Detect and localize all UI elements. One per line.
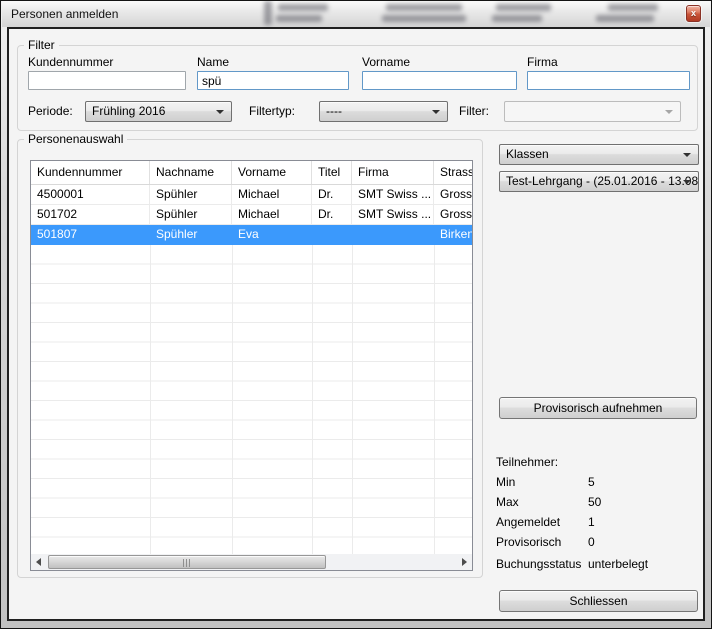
titlebar-blur-decoration [608,4,658,11]
vorname-input[interactable] [362,71,517,90]
column-header-strasse[interactable]: Strasse [434,161,472,184]
stat-buchungsstatus: Buchungsstatus unterbelegt [496,554,702,574]
cell-titel [312,225,352,244]
filter-label: Filter: [459,104,489,118]
klassen-selected-value: Klassen [506,147,549,161]
stat-max: Max 50 [496,492,702,512]
titlebar[interactable]: Personen anmelden x [2,1,710,27]
cell-nachname: Spühler [150,205,232,224]
left-arrow-icon [36,558,41,566]
filtertyp-select[interactable]: ---- [319,101,448,122]
firma-input[interactable] [527,71,690,90]
cell-strasse: Birkenw [434,225,472,244]
titlebar-blur-decoration [278,4,328,11]
teilnehmer-stats: Teilnehmer: Min 5 Max 50 Angemeldet 1 Pr… [496,452,702,574]
cell-vorname: Michael [232,205,312,224]
table-row[interactable]: 501702 Spühler Michael Dr. SMT Swiss ...… [31,205,472,225]
titlebar-blur-decoration [382,15,466,22]
filter-group-label: Filter [24,38,59,52]
kundennummer-input[interactable] [28,71,186,90]
table-row-selected[interactable]: 501807 Spühler Eva Birkenw [31,225,472,245]
person-list: Kundennummer Nachname Vorname Titel Firm… [30,160,473,571]
cell-kundennummer: 501807 [31,225,150,244]
dialog-window: Personen anmelden x Filter Kundennummer … [0,0,712,629]
titlebar-blur-decoration [596,15,654,22]
stat-provisorisch: Provisorisch 0 [496,532,702,552]
chevron-down-icon [432,110,440,114]
person-list-header: Kundennummer Nachname Vorname Titel Firm… [31,161,472,185]
window-title: Personen anmelden [11,7,118,21]
cell-titel: Dr. [312,185,352,204]
cell-firma: SMT Swiss ... [352,185,434,204]
titlebar-blur-decoration [264,1,272,25]
cell-kundennummer: 4500001 [31,185,150,204]
chevron-down-icon [665,110,673,114]
cell-nachname: Spühler [150,185,232,204]
kundennummer-label: Kundennummer [28,55,113,69]
name-label: Name [197,55,229,69]
close-window-button[interactable]: x [686,5,701,22]
stat-max-value: 50 [588,495,601,509]
stat-angemeldet-value: 1 [588,515,595,529]
firma-label: Firma [527,55,558,69]
lehrgang-selected-value: Test-Lehrgang - (25.01.2016 - 13.08 [506,174,698,188]
cell-strasse: Grossze [434,185,472,204]
schliessen-button[interactable]: Schliessen [499,590,698,612]
chevron-down-icon [216,110,224,114]
name-input[interactable] [197,71,349,90]
cell-firma: SMT Swiss ... [352,205,434,224]
column-header-firma[interactable]: Firma [352,161,434,184]
horizontal-scrollbar[interactable] [31,554,472,570]
column-header-nachname[interactable]: Nachname [150,161,232,184]
cell-titel: Dr. [312,205,352,224]
column-header-kundennummer[interactable]: Kundennummer [31,161,150,184]
close-icon: x [691,8,696,18]
vorname-label: Vorname [362,55,410,69]
titlebar-blur-decoration [386,4,462,11]
periode-label: Periode: [28,104,73,118]
klassen-select[interactable]: Klassen [499,144,699,165]
lehrgang-select[interactable]: Test-Lehrgang - (25.01.2016 - 13.08 [499,171,699,192]
chevron-down-icon [683,153,691,157]
cell-firma [352,225,434,244]
cell-strasse: Grossze [434,205,472,224]
scrollbar-thumb[interactable] [48,555,326,569]
scroll-left-arrow[interactable] [31,554,48,570]
filter-select-disabled [504,101,681,122]
titlebar-blur-decoration [492,15,542,22]
dialog-client-area: Filter Kundennummer Name Vorname Firma P… [7,27,705,621]
cell-vorname: Michael [232,185,312,204]
scrollbar-grip-icon [183,559,191,567]
teilnehmer-label: Teilnehmer: [496,455,558,469]
right-arrow-icon [462,558,467,566]
stat-min: Min 5 [496,472,702,492]
personenauswahl-group-label: Personenauswahl [24,132,127,146]
periode-selected-value: Frühling 2016 [92,104,165,118]
stat-provisorisch-value: 0 [588,535,595,549]
stat-buchungsstatus-value: unterbelegt [588,557,648,571]
provisorisch-aufnehmen-button[interactable]: Provisorisch aufnehmen [499,397,697,419]
filtertyp-selected-value: ---- [326,104,342,118]
table-row[interactable]: 4500001 Spühler Michael Dr. SMT Swiss ..… [31,185,472,205]
filtertyp-label: Filtertyp: [249,104,295,118]
stat-angemeldet: Angemeldet 1 [496,512,702,532]
periode-select[interactable]: Frühling 2016 [85,101,232,122]
scroll-right-arrow[interactable] [455,554,472,570]
titlebar-blur-decoration [496,4,551,11]
stat-min-value: 5 [588,475,595,489]
column-header-titel[interactable]: Titel [312,161,352,184]
titlebar-blur-decoration [276,15,322,22]
cell-vorname: Eva [232,225,312,244]
chevron-down-icon [683,180,691,184]
column-header-vorname[interactable]: Vorname [232,161,312,184]
empty-grid-area [31,245,472,554]
cell-kundennummer: 501702 [31,205,150,224]
cell-nachname: Spühler [150,225,232,244]
